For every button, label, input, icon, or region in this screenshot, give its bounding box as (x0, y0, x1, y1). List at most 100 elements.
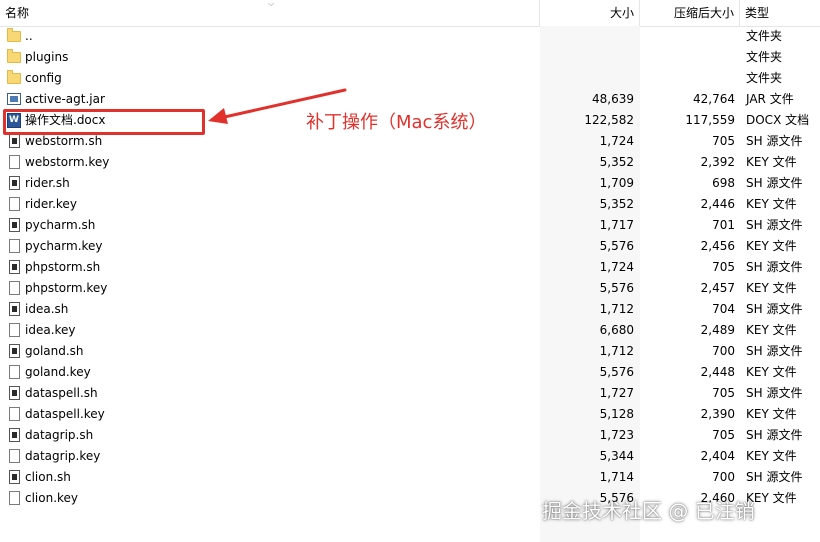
file-compressed-size: 705 (712, 134, 735, 148)
file-type: SH 源文件 (746, 470, 803, 484)
file-size: 1,723 (599, 428, 634, 442)
column-header-compressed-size[interactable]: 压缩后大小 (640, 0, 740, 26)
file-name: dataspell.sh (25, 386, 98, 400)
sh-file-icon (9, 260, 20, 274)
file-type: KEY 文件 (746, 197, 797, 211)
key-file-icon (9, 281, 20, 295)
file-size: 1,712 (599, 344, 634, 358)
folder-icon (7, 49, 21, 63)
file-name: phpstorm.key (25, 281, 108, 295)
file-row[interactable]: phpstorm.key 5,576 2,457 KEY 文件 (0, 278, 820, 299)
file-size: 1,724 (599, 134, 634, 148)
file-row[interactable]: .. 文件夹 (0, 26, 820, 47)
file-row[interactable]: goland.key 5,576 2,448 KEY 文件 (0, 362, 820, 383)
file-type: SH 源文件 (746, 260, 803, 274)
file-row[interactable]: config 文件夹 (0, 68, 820, 89)
file-size: 5,344 (599, 449, 634, 463)
file-type: SH 源文件 (746, 302, 803, 316)
file-compressed-size: 2,390 (700, 407, 735, 421)
file-size (540, 68, 634, 89)
file-type: KEY 文件 (746, 491, 797, 505)
file-compressed-size: 698 (712, 176, 735, 190)
file-type: KEY 文件 (746, 449, 797, 463)
file-size: 1,724 (599, 260, 634, 274)
key-file-icon (9, 449, 20, 463)
file-type: KEY 文件 (746, 155, 797, 169)
file-row[interactable]: goland.sh 1,712 700 SH 源文件 (0, 341, 820, 362)
file-type: KEY 文件 (746, 323, 797, 337)
key-file-icon (9, 323, 20, 337)
file-name: webstorm.key (25, 155, 110, 169)
watermark: 掘金技术社区 @ 已注销 (542, 499, 755, 523)
file-size: 1,712 (599, 302, 634, 316)
file-row[interactable]: plugins 文件夹 (0, 47, 820, 68)
sh-file-icon (9, 176, 20, 190)
file-size: 1,709 (599, 176, 634, 190)
file-size: 1,727 (599, 386, 634, 400)
column-header-size[interactable]: 大小 (540, 0, 640, 26)
file-type: 文件夹 (746, 50, 783, 64)
file-name: goland.sh (25, 344, 84, 358)
annotation-label: 补丁操作（Mac系统） (306, 112, 487, 133)
file-size: 48,639 (592, 92, 634, 106)
file-compressed-size: 2,446 (700, 197, 735, 211)
file-row[interactable]: clion.sh 1,714 700 SH 源文件 (0, 467, 820, 488)
file-type: SH 源文件 (746, 176, 803, 190)
file-row[interactable]: dataspell.sh 1,727 705 SH 源文件 (0, 383, 820, 404)
file-name: plugins (25, 50, 69, 64)
file-compressed-size (640, 26, 735, 47)
file-compressed-size: 705 (712, 386, 735, 400)
file-compressed-size: 2,457 (700, 281, 735, 295)
file-type: KEY 文件 (746, 407, 797, 421)
file-row[interactable]: active-agt.jar 48,639 42,764 JAR 文件 (0, 89, 820, 110)
file-compressed-size: 705 (712, 260, 735, 274)
file-type: SH 源文件 (746, 218, 803, 232)
file-name: pycharm.key (25, 239, 103, 253)
file-row[interactable]: phpstorm.sh 1,724 705 SH 源文件 (0, 257, 820, 278)
key-file-icon (9, 407, 20, 421)
file-row[interactable]: idea.sh 1,712 704 SH 源文件 (0, 299, 820, 320)
file-name: phpstorm.sh (25, 260, 101, 274)
file-name: pycharm.sh (25, 218, 96, 232)
file-size: 6,680 (599, 323, 634, 337)
key-file-icon (9, 491, 20, 505)
file-row[interactable]: pycharm.key 5,576 2,456 KEY 文件 (0, 236, 820, 257)
file-type: JAR 文件 (746, 92, 794, 106)
file-row[interactable]: datagrip.key 5,344 2,404 KEY 文件 (0, 446, 820, 467)
key-file-icon (9, 365, 20, 379)
file-name: dataspell.key (25, 407, 105, 421)
file-compressed-size: 2,456 (700, 239, 735, 253)
file-compressed-size: 701 (712, 218, 735, 232)
highlight-box (3, 109, 205, 135)
file-size: 5,576 (599, 239, 634, 253)
file-size (540, 26, 634, 47)
file-compressed-size: 2,392 (700, 155, 735, 169)
file-row[interactable]: webstorm.key 5,352 2,392 KEY 文件 (0, 152, 820, 173)
file-row[interactable]: rider.sh 1,709 698 SH 源文件 (0, 173, 820, 194)
file-compressed-size: 705 (712, 428, 735, 442)
file-type: KEY 文件 (746, 365, 797, 379)
sh-file-icon (9, 428, 20, 442)
file-row[interactable]: pycharm.sh 1,717 701 SH 源文件 (0, 215, 820, 236)
file-size: 5,576 (599, 365, 634, 379)
file-row[interactable]: idea.key 6,680 2,489 KEY 文件 (0, 320, 820, 341)
file-compressed-size: 42,764 (693, 92, 735, 106)
file-type: DOCX 文档 (746, 113, 810, 127)
key-file-icon (9, 197, 20, 211)
file-row[interactable]: rider.key 5,352 2,446 KEY 文件 (0, 194, 820, 215)
column-header-bar: 名称 ⌵ 大小 压缩后大小 类型 (0, 0, 820, 27)
file-size: 1,714 (599, 470, 634, 484)
file-row[interactable]: dataspell.key 5,128 2,390 KEY 文件 (0, 404, 820, 425)
column-header-type[interactable]: 类型 (740, 0, 820, 26)
file-row[interactable]: datagrip.sh 1,723 705 SH 源文件 (0, 425, 820, 446)
folder-icon (7, 28, 21, 42)
file-name: datagrip.key (25, 449, 101, 463)
file-size (540, 47, 634, 68)
file-size: 1,717 (599, 218, 634, 232)
file-type: SH 源文件 (746, 344, 803, 358)
file-name: datagrip.sh (25, 428, 94, 442)
file-compressed-size: 2,404 (700, 449, 735, 463)
file-compressed-size (640, 47, 735, 68)
file-type: KEY 文件 (746, 239, 797, 253)
file-size: 122,582 (584, 113, 634, 127)
